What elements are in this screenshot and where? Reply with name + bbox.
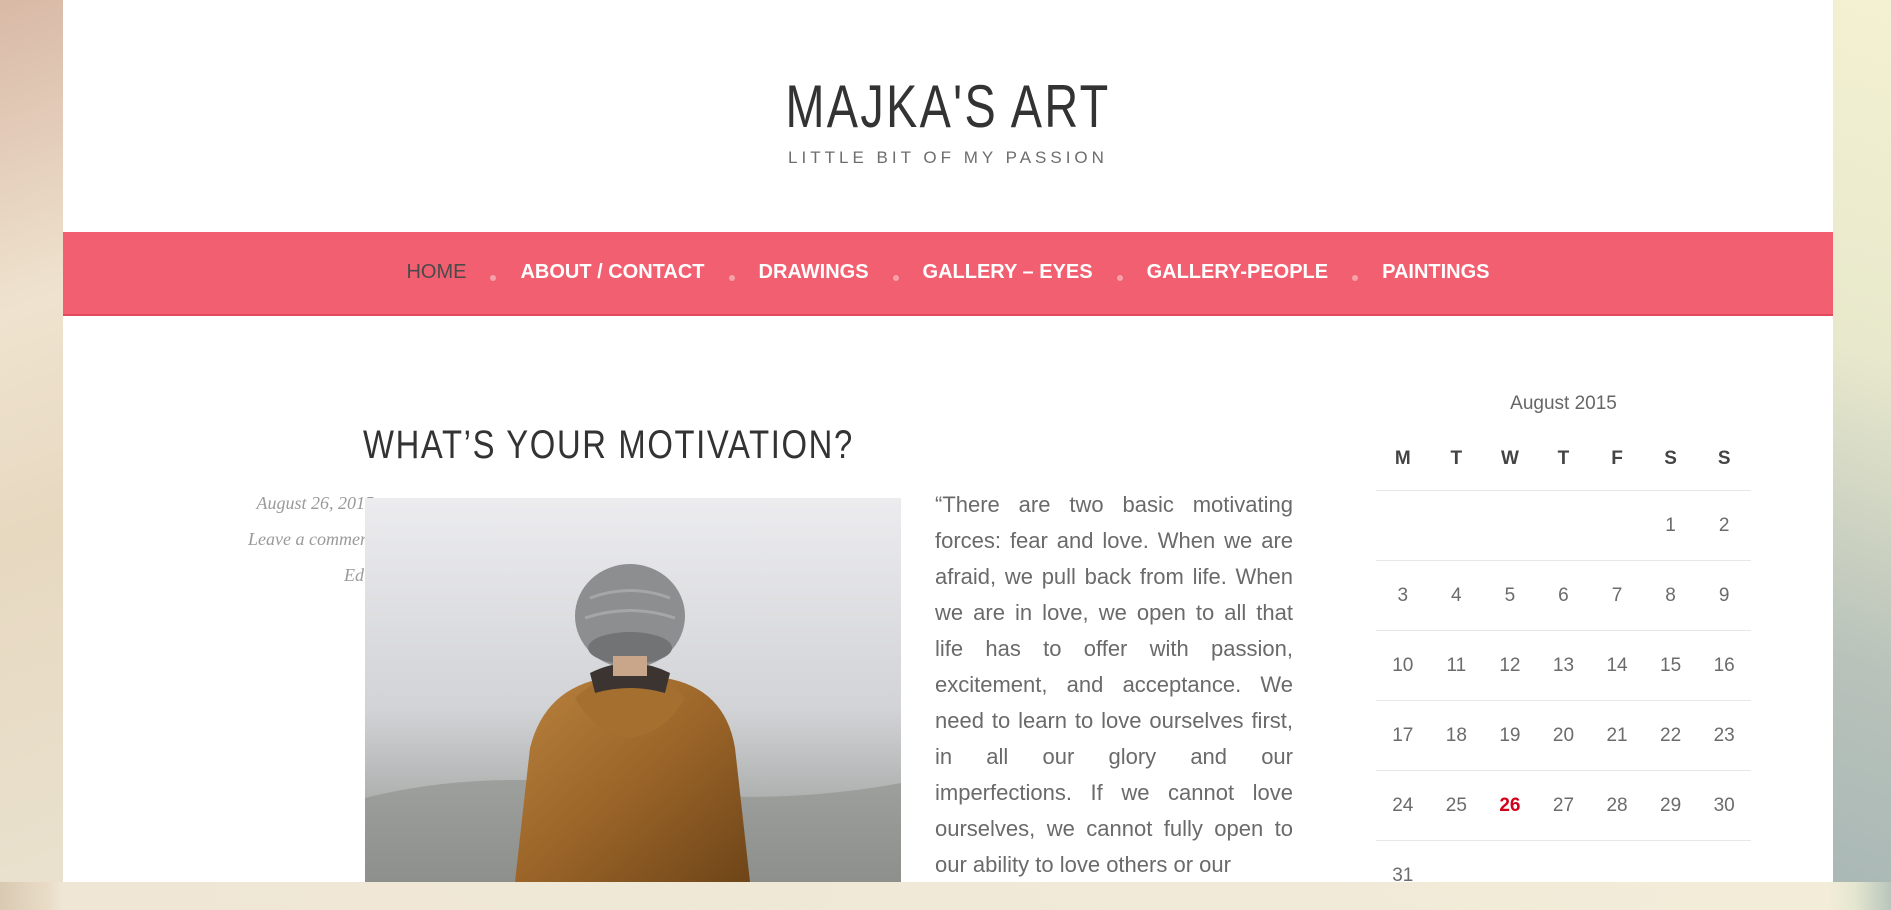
calendar-day — [1430, 491, 1484, 561]
page: MAJKA'S ART LITTLE BIT OF MY PASSION HOM… — [63, 0, 1833, 882]
site-header: MAJKA'S ART LITTLE BIT OF MY PASSION — [63, 0, 1833, 232]
nav-link-gallery-people[interactable]: GALLERY-PEOPLE — [1147, 261, 1329, 283]
calendar-day: 19 — [1483, 701, 1537, 771]
calendar-widget: August 2015 M T W T F S S — [1376, 393, 1751, 910]
calendar-day: 27 — [1537, 771, 1591, 841]
calendar-day: 8 — [1644, 561, 1698, 631]
nav-item-home[interactable]: HOME — [406, 261, 466, 284]
leave-comment-link[interactable]: Leave a comment — [163, 529, 374, 550]
calendar-day: 18 — [1430, 701, 1484, 771]
calendar-day: 21 — [1590, 701, 1644, 771]
nav-separator-dot — [1352, 275, 1358, 281]
calendar-day — [1590, 491, 1644, 561]
calendar-week-row: 17 18 19 20 21 22 23 — [1376, 701, 1751, 771]
person-in-hood-image — [365, 498, 901, 882]
calendar-day: 23 — [1697, 701, 1751, 771]
nav-separator-dot — [893, 275, 899, 281]
weekday-label: F — [1590, 439, 1644, 491]
calendar-day: 13 — [1537, 631, 1591, 701]
weekday-label: S — [1697, 439, 1751, 491]
nav-item-paintings[interactable]: PAINTINGS — [1382, 261, 1489, 284]
nav-link-gallery-eyes[interactable]: GALLERY – EYES — [923, 261, 1093, 283]
calendar-day: 28 — [1590, 771, 1644, 841]
calendar-day: 20 — [1537, 701, 1591, 771]
calendar-day: 14 — [1590, 631, 1644, 701]
calendar-day: 16 — [1697, 631, 1751, 701]
calendar-day: 10 — [1376, 631, 1430, 701]
calendar-day: 9 — [1697, 561, 1751, 631]
calendar-day — [1537, 491, 1591, 561]
post-featured-image[interactable] — [365, 498, 901, 882]
nav-link-home[interactable]: HOME — [406, 261, 466, 283]
nav-link-about-contact[interactable]: ABOUT / CONTACT — [520, 261, 704, 283]
calendar-day: 3 — [1376, 561, 1430, 631]
calendar-day-today-link[interactable]: 26 — [1483, 771, 1537, 841]
main-navigation: HOME ABOUT / CONTACT DRAWINGS GALLERY – EYE… — [63, 232, 1833, 316]
calendar-day — [1430, 841, 1484, 910]
calendar-day: 7 — [1590, 561, 1644, 631]
calendar-day: 12 — [1483, 631, 1537, 701]
nav-separator-dot — [490, 275, 496, 281]
weekday-label: M — [1376, 439, 1430, 491]
calendar-day — [1376, 491, 1430, 561]
calendar-day: 25 — [1430, 771, 1484, 841]
post-date-link[interactable]: August 26, 2015 — [163, 493, 374, 514]
calendar-day — [1483, 491, 1537, 561]
nav-item-drawings[interactable]: DRAWINGS — [759, 261, 869, 284]
calendar-day — [1697, 841, 1751, 910]
post-title[interactable]: WHAT’S YOUR MOTIVATION? — [363, 423, 854, 468]
site-title[interactable]: MAJKA'S ART — [258, 72, 1639, 141]
nav-item-gallery-people[interactable]: GALLERY-PEOPLE — [1147, 261, 1329, 284]
calendar-table: M T W T F S S 1 2 — [1376, 439, 1751, 910]
calendar-day: 24 — [1376, 771, 1430, 841]
calendar-day: 1 — [1644, 491, 1698, 561]
calendar-week-row: 1 2 — [1376, 491, 1751, 561]
calendar-day: 31 — [1376, 841, 1430, 910]
calendar-caption: August 2015 — [1376, 393, 1751, 415]
weekday-label: S — [1644, 439, 1698, 491]
calendar-day — [1537, 841, 1591, 910]
calendar-day: 11 — [1430, 631, 1484, 701]
nav-separator-dot — [1117, 275, 1123, 281]
calendar-weekday-row: M T W T F S S — [1376, 439, 1751, 491]
calendar-day — [1644, 841, 1698, 910]
nav-item-about-contact[interactable]: ABOUT / CONTACT — [520, 261, 704, 284]
background-left — [0, 0, 63, 882]
weekday-label: W — [1483, 439, 1537, 491]
calendar-week-row: 10 11 12 13 14 15 16 — [1376, 631, 1751, 701]
calendar-week-row: 3 4 5 6 7 8 9 — [1376, 561, 1751, 631]
calendar-day: 5 — [1483, 561, 1537, 631]
calendar-day: 15 — [1644, 631, 1698, 701]
post-excerpt: “There are two basic motivating forces: … — [935, 487, 1293, 883]
calendar-day — [1590, 841, 1644, 910]
edit-post-link[interactable]: Edit — [163, 565, 374, 586]
calendar-week-row: 31 — [1376, 841, 1751, 910]
background-right — [1833, 0, 1891, 882]
weekday-label: T — [1537, 439, 1591, 491]
calendar-day — [1483, 841, 1537, 910]
nav-separator-dot — [729, 275, 735, 281]
calendar-day: 30 — [1697, 771, 1751, 841]
calendar-day: 6 — [1537, 561, 1591, 631]
calendar-day: 4 — [1430, 561, 1484, 631]
weekday-label: T — [1430, 439, 1484, 491]
calendar-day: 2 — [1697, 491, 1751, 561]
calendar-day: 29 — [1644, 771, 1698, 841]
calendar-week-row: 24 25 26 27 28 29 30 — [1376, 771, 1751, 841]
calendar-day: 22 — [1644, 701, 1698, 771]
nav-item-gallery-eyes[interactable]: GALLERY – EYES — [923, 261, 1093, 284]
nav-link-paintings[interactable]: PAINTINGS — [1382, 261, 1489, 283]
nav-link-drawings[interactable]: DRAWINGS — [759, 261, 869, 283]
calendar-day: 17 — [1376, 701, 1430, 771]
site-description: LITTLE BIT OF MY PASSION — [63, 148, 1833, 168]
